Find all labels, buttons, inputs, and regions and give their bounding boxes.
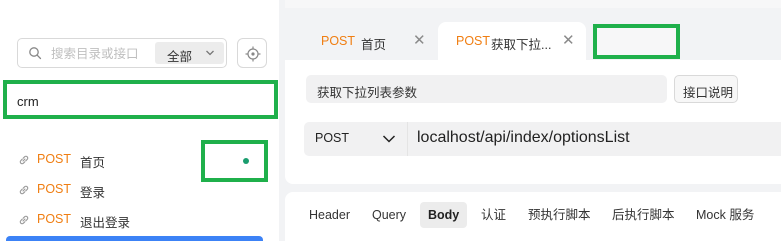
url-input[interactable]: localhost/api/index/optionsList xyxy=(408,122,781,156)
scope-select[interactable]: 全部 xyxy=(155,42,224,64)
url-text: localhost/api/index/optionsList xyxy=(417,129,630,146)
folder-crm[interactable]: crm xyxy=(3,80,278,119)
selected-item-bar[interactable] xyxy=(6,236,263,241)
tab-method: POST xyxy=(456,34,491,48)
request-tabs-bar: Header Query Body 认证 预执行脚本 后执行脚本 Mock 服务 xyxy=(285,192,781,241)
tab-title: 首页 xyxy=(361,38,387,52)
request-panel: 获取下拉列表参数 接口说明 POST localhost/api/index/o… xyxy=(285,60,781,184)
api-method: POST xyxy=(37,152,72,166)
sidebar-top-strip xyxy=(0,0,279,8)
link-icon xyxy=(19,185,29,195)
main-area: POST 首页 ✕ POST 获取下拉... ✕ 获取下拉列表参数 接口说明 P… xyxy=(285,0,781,241)
doc-button[interactable]: 接口说明 xyxy=(674,75,738,103)
api-name: 退出登录 xyxy=(80,216,131,230)
api-name: 首页 xyxy=(80,156,106,170)
api-item-logout[interactable]: POST 退出登录 xyxy=(0,205,279,235)
app-window: 全部 crm POST 首页 xyxy=(0,0,781,241)
close-icon[interactable]: ✕ xyxy=(562,33,575,48)
api-method: POST xyxy=(37,212,72,226)
tab-method: POST xyxy=(321,34,356,48)
top-strip xyxy=(285,0,781,8)
method-select[interactable]: POST xyxy=(304,122,408,156)
api-name: 登录 xyxy=(80,186,106,200)
chevron-down-icon xyxy=(382,135,396,143)
api-method: POST xyxy=(37,182,72,196)
search-input[interactable] xyxy=(51,45,156,62)
tab-options-list[interactable]: POST 获取下拉... ✕ xyxy=(438,22,586,60)
tab-home[interactable]: POST 首页 ✕ xyxy=(293,22,434,60)
tab-auth[interactable]: 认证 xyxy=(481,202,506,228)
scope-select-label: 全部 xyxy=(167,50,193,64)
doc-button-label: 接口说明 xyxy=(683,86,734,100)
status-dot xyxy=(243,158,249,164)
tab-title: 获取下拉... xyxy=(491,38,552,52)
tab-header[interactable]: Header xyxy=(309,202,350,228)
locate-icon xyxy=(245,46,261,62)
folder-label: crm xyxy=(17,94,39,109)
tab-query[interactable]: Query xyxy=(372,202,406,228)
tab-mock[interactable]: Mock 服务 xyxy=(696,202,754,228)
search-icon xyxy=(29,47,42,60)
sidebar: 全部 crm POST 首页 xyxy=(0,0,279,241)
chevron-down-icon xyxy=(206,50,214,56)
link-icon xyxy=(19,215,29,225)
section-gap xyxy=(285,184,781,192)
request-name-field[interactable]: 获取下拉列表参数 xyxy=(306,75,667,103)
tab-body[interactable]: Body xyxy=(420,202,468,228)
link-icon xyxy=(19,155,29,165)
locate-button[interactable] xyxy=(237,38,267,68)
tab-post-script[interactable]: 后执行脚本 xyxy=(612,202,675,228)
highlight-box xyxy=(201,140,268,182)
tab-pre-script[interactable]: 预执行脚本 xyxy=(528,202,591,228)
close-icon[interactable]: ✕ xyxy=(413,33,426,48)
search-box[interactable]: 全部 xyxy=(17,38,227,68)
new-tab-area[interactable] xyxy=(593,24,680,59)
method-label: POST xyxy=(315,131,350,145)
request-name: 获取下拉列表参数 xyxy=(317,86,418,100)
